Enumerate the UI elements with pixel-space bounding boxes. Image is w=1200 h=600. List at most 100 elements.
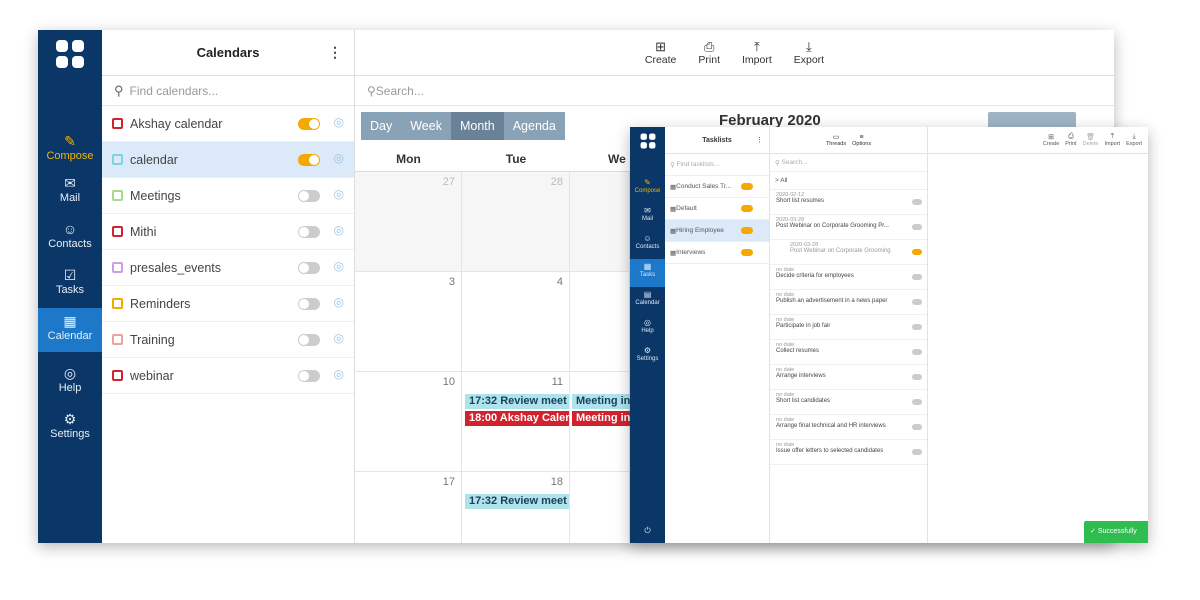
all-filter[interactable]: > All [770, 172, 927, 190]
view-agenda-button[interactable]: Agenda [504, 112, 565, 140]
print-button[interactable]: ⎙ Print [698, 39, 720, 66]
calendar-event[interactable]: 18:00 Akshay Caler [465, 411, 569, 426]
nav-calendar[interactable]: ▤ Calendar [630, 287, 665, 315]
task-item[interactable]: no date Collect resumes [770, 340, 927, 365]
day-cell[interactable]: 3 [355, 272, 462, 372]
nav-contacts[interactable]: ☺ Contacts [630, 231, 665, 259]
calendar-toggle[interactable] [298, 154, 320, 166]
threads-button[interactable]: ▭ Threads [826, 133, 846, 147]
delete-button[interactable]: 🗑 Delete [1083, 133, 1099, 147]
task-toggle[interactable] [912, 274, 922, 280]
task-item[interactable]: no date Arrange final technical and HR in… [770, 415, 927, 440]
task-toggle[interactable] [912, 449, 922, 455]
task-toggle[interactable] [912, 374, 922, 380]
calendar-item[interactable]: presales_events ◎ [102, 250, 354, 286]
task-item[interactable]: no date Decide criteria for employees [770, 265, 927, 290]
eye-icon[interactable]: ◎ [334, 331, 344, 345]
create-button[interactable]: ⊞ Create [1043, 133, 1060, 147]
create-button[interactable]: ⊞ Create [645, 39, 677, 66]
calendar-toggle[interactable] [298, 118, 320, 130]
task-toggle[interactable] [912, 399, 922, 405]
task-toggle[interactable] [912, 424, 922, 430]
day-cell[interactable] [570, 272, 630, 372]
tasklist-item[interactable]: ▦ Default [665, 198, 769, 220]
calendar-toggle[interactable] [298, 334, 320, 346]
search-input[interactable]: ⚲ Search... [355, 76, 1114, 106]
task-item[interactable]: 2020-03-28 Post Webinar on Corporate Groo… [770, 240, 927, 265]
power-icon[interactable]: ⏻ [630, 523, 665, 543]
task-toggle[interactable] [912, 199, 922, 205]
task-toggle[interactable] [912, 299, 922, 305]
day-cell[interactable]: 4 [462, 272, 570, 372]
tasklist-item[interactable]: ▦ Interviews [665, 242, 769, 264]
nav-settings[interactable]: ⚙ Settings [630, 343, 665, 371]
nav-help[interactable]: ◎ Help [630, 315, 665, 343]
calendar-item[interactable]: calendar ◎ [102, 142, 354, 178]
calendar-toggle[interactable] [298, 226, 320, 238]
nav-tasks[interactable]: ☑ Tasks [38, 262, 102, 306]
nav-compose[interactable]: ✎ Compose [630, 175, 665, 203]
kebab-menu-icon[interactable]: ⋮ [756, 136, 763, 144]
calendar-event[interactable]: 17:32 Review meet [465, 494, 569, 509]
find-calendars-input[interactable]: ⚲ Find calendars... [102, 76, 354, 106]
task-item[interactable]: no date Short list candidates [770, 390, 927, 415]
task-item[interactable]: no date Issue offer letters to selected c… [770, 440, 927, 465]
tasklist-toggle[interactable] [741, 183, 753, 190]
kebab-menu-icon[interactable]: ⋮ [328, 44, 342, 61]
calendar-toggle[interactable] [298, 190, 320, 202]
eye-icon[interactable]: ◎ [334, 223, 344, 237]
eye-icon[interactable]: ◎ [334, 187, 344, 201]
tasklist-toggle[interactable] [741, 227, 753, 234]
calendar-item[interactable]: Meetings ◎ [102, 178, 354, 214]
calendar-toggle[interactable] [298, 262, 320, 274]
eye-icon[interactable]: ◎ [334, 295, 344, 309]
task-item[interactable]: no date Publish an advertisement in a new… [770, 290, 927, 315]
task-search-input[interactable]: ⚲ Search... [770, 154, 927, 172]
calendar-item[interactable]: Training ◎ [102, 322, 354, 358]
day-cell[interactable] [570, 172, 630, 272]
day-cell[interactable]: 10 [355, 372, 462, 472]
nav-help[interactable]: ◎ Help [38, 360, 102, 404]
tasklist-toggle[interactable] [741, 205, 753, 212]
view-week-button[interactable]: Week [401, 112, 451, 140]
eye-icon[interactable]: ◎ [334, 151, 344, 165]
day-cell[interactable]: 27 [355, 172, 462, 272]
task-toggle[interactable] [912, 224, 922, 230]
tasklist-item[interactable]: ▦ Hiring Employee [665, 220, 769, 242]
tasklist-item[interactable]: ▦ Conduct Sales Tr... [665, 176, 769, 198]
nav-compose[interactable]: ✎ Compose [38, 128, 102, 172]
import-button[interactable]: ⤒ Import [1105, 133, 1121, 147]
day-cell[interactable]: 17 [355, 472, 462, 543]
task-toggle[interactable] [912, 249, 922, 255]
view-day-button[interactable]: Day [361, 112, 401, 140]
eye-icon[interactable]: ◎ [334, 259, 344, 273]
task-toggle[interactable] [912, 324, 922, 330]
calendar-toggle[interactable] [298, 298, 320, 310]
calendar-item[interactable]: webinar ◎ [102, 358, 354, 394]
eye-icon[interactable]: ◎ [334, 115, 344, 129]
find-tasklists-input[interactable]: ⚲ Find tasklists... [665, 154, 769, 176]
task-item[interactable]: 2020-02-12 Short list resumes [770, 190, 927, 215]
day-cell[interactable]: 28 [462, 172, 570, 272]
nav-contacts[interactable]: ☺ Contacts [38, 216, 102, 260]
task-toggle[interactable] [912, 349, 922, 355]
nav-mail[interactable]: ✉ Mail [38, 170, 102, 214]
calendar-item[interactable]: Reminders ◎ [102, 286, 354, 322]
task-item[interactable]: no date Participate in job fair [770, 315, 927, 340]
task-item[interactable]: no date Arrange interviews [770, 365, 927, 390]
options-button[interactable]: ≡ Options [852, 134, 871, 147]
export-button[interactable]: ⤓ Export [794, 39, 824, 66]
calendar-event[interactable]: Meeting in [572, 411, 630, 426]
import-button[interactable]: ⤒ Import [742, 39, 772, 66]
calendar-event[interactable]: Meeting in [572, 394, 630, 409]
nav-calendar[interactable]: ▦ Calendar [38, 308, 102, 352]
day-cell[interactable] [570, 472, 630, 543]
calendar-event[interactable]: 17:32 Review meet [465, 394, 569, 409]
eye-icon[interactable]: ◎ [334, 367, 344, 381]
view-month-button[interactable]: Month [450, 112, 504, 140]
nav-settings[interactable]: ⚙ Settings [38, 406, 102, 450]
tasklist-toggle[interactable] [741, 249, 753, 256]
calendar-item[interactable]: Akshay calendar ◎ [102, 106, 354, 142]
nav-tasks[interactable]: ▦ Tasks [630, 259, 665, 287]
task-item[interactable]: 2020-03-28 Post Webinar on Corporate Groo… [770, 215, 927, 240]
